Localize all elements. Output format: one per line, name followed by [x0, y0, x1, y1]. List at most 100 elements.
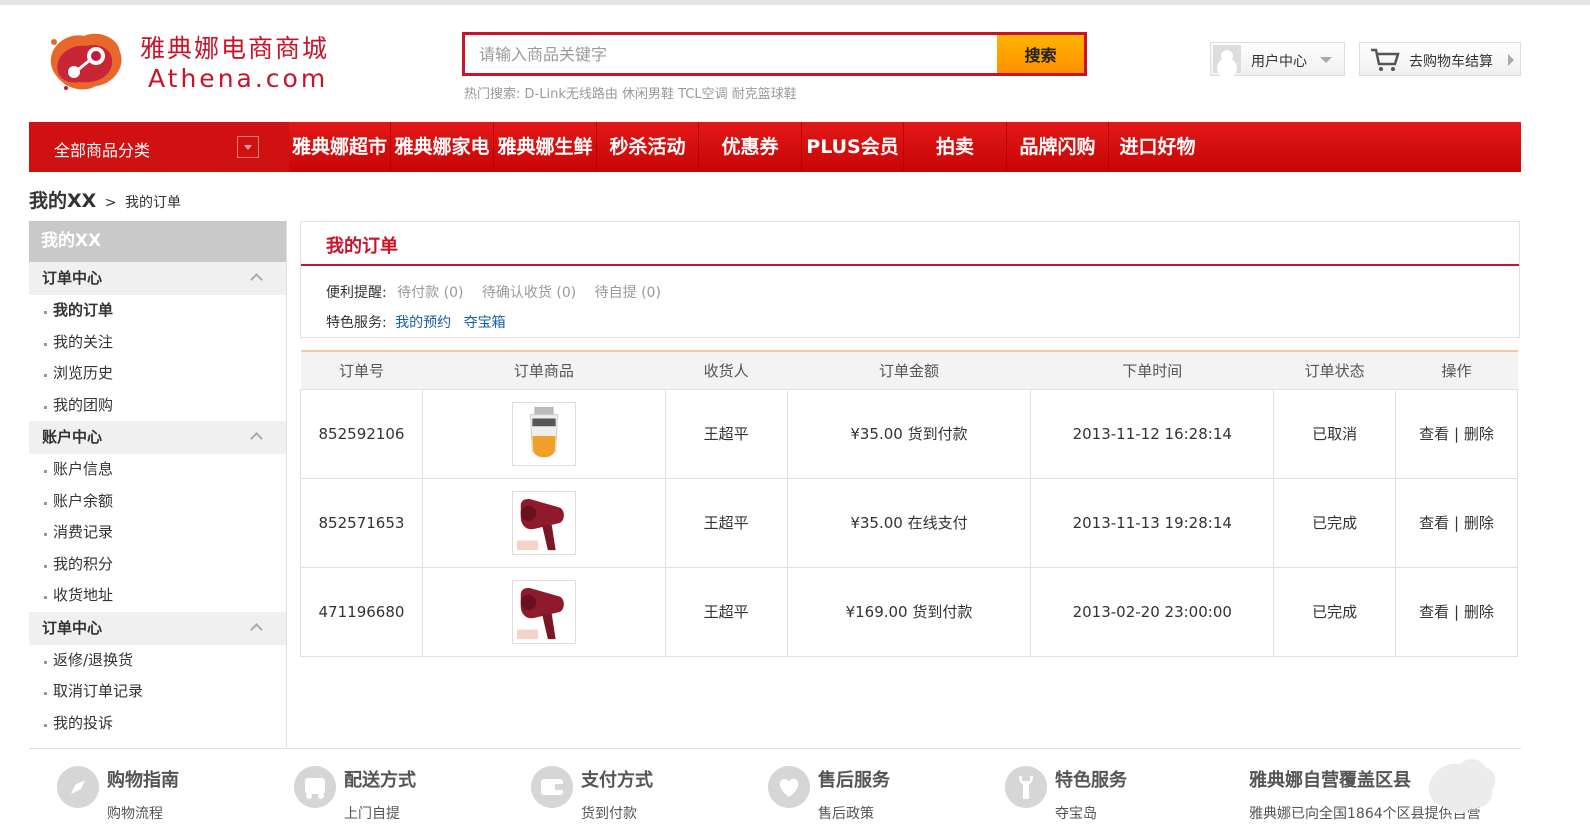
column-header: 订单商品 [422, 350, 666, 389]
footer-title: 购物指南 [107, 770, 179, 791]
reminder-pending-pickup[interactable]: 待自提 (0) [595, 285, 661, 301]
sidebar-section-orders[interactable]: 订单中心 [29, 262, 286, 295]
footer-title: 支付方式 [581, 770, 653, 791]
sidebar-item-cancelled[interactable]: 取消订单记录 [29, 676, 286, 708]
table-header-row: 订单号 订单商品 收货人 订单金额 下单时间 订单状态 操作 [300, 350, 1518, 389]
hot-search-terms[interactable]: D-Link无线路由 休闲男鞋 TCL空调 耐克篮球鞋 [525, 87, 797, 102]
order-id[interactable]: 852592106 [300, 388, 423, 479]
nav-item-flash-sale[interactable]: 秒杀活动 [597, 122, 699, 172]
user-center-button[interactable]: 用户中心 [1210, 42, 1345, 76]
delete-order-link[interactable]: 删除 [1464, 514, 1494, 532]
nav-item-imports[interactable]: 进口好物 [1109, 122, 1206, 172]
search-input[interactable] [465, 35, 997, 73]
sidebar-item-balance[interactable]: 账户余额 [29, 486, 286, 518]
view-order-link[interactable]: 查看 [1419, 603, 1449, 621]
footer-title: 雅典娜自营覆盖区县 [1249, 770, 1411, 791]
nav-item-appliances[interactable]: 雅典娜家电 [391, 122, 494, 172]
sidebar-section-label: 账户中心 [42, 428, 103, 446]
heart-icon [768, 766, 810, 808]
nav-item-coupons[interactable]: 优惠券 [699, 122, 802, 172]
delivery-truck-icon [294, 766, 336, 808]
service-treasure-link[interactable]: 夺宝箱 [464, 315, 506, 331]
product-thumbnail[interactable] [511, 401, 576, 466]
sidebar-section-account[interactable]: 账户中心 [29, 421, 286, 454]
column-header: 收货人 [665, 350, 788, 389]
breadcrumb: 我的XX > 我的订单 [29, 186, 181, 213]
footer-title: 配送方式 [344, 770, 416, 791]
action-separator: | [1453, 603, 1460, 621]
delete-order-link[interactable]: 删除 [1464, 603, 1494, 621]
breadcrumb-root[interactable]: 我的XX [29, 190, 96, 212]
chevron-up-icon [250, 273, 263, 286]
search-button[interactable]: 搜索 [997, 35, 1084, 73]
main-nav: 全部商品分类 雅典娜超市 雅典娜家电 雅典娜生鲜 秒杀活动 优惠券 PLUS会员… [29, 122, 1521, 172]
orders-table: 订单号 订单商品 收货人 订单金额 下单时间 订单状态 操作 852592106 [300, 350, 1518, 657]
footer-link[interactable]: 上门自提 [344, 803, 400, 823]
chevron-down-icon [1320, 57, 1332, 63]
table-row: 852571653 王超平 ¥35.00 在线支付 2013-11-13 19:… [300, 477, 1518, 568]
sidebar-item-group-buy[interactable]: 我的团购 [29, 390, 286, 422]
sidebar-item-returns[interactable]: 返修/退换货 [29, 645, 286, 677]
footer-link[interactable]: 夺宝岛 [1055, 803, 1097, 823]
nav-item-fresh[interactable]: 雅典娜生鲜 [494, 122, 597, 172]
site-logo[interactable]: 雅典娜电商商城 Athena.com [44, 26, 364, 98]
sidebar-item-following[interactable]: 我的关注 [29, 327, 286, 359]
sidebar-item-my-orders[interactable]: 我的订单 [29, 295, 286, 327]
reminder-pending-payment[interactable]: 待付款 (0) [397, 285, 463, 301]
footer-link[interactable]: 售后政策 [818, 803, 874, 823]
sidebar-item-complaints[interactable]: 我的投诉 [29, 708, 286, 740]
table-row: 471196680 王超平 ¥169.00 货到付款 2013-02-20 23… [300, 566, 1518, 657]
column-header: 下单时间 [1030, 350, 1274, 389]
chevron-up-icon [250, 622, 263, 636]
all-categories-menu[interactable]: 全部商品分类 [29, 122, 289, 172]
action-separator: | [1453, 425, 1460, 443]
hot-search: 热门搜索: D-Link无线路由 休闲男鞋 TCL空调 耐克篮球鞋 [464, 83, 797, 102]
chevron-down-icon [237, 136, 259, 158]
sidebar-title: 我的XX [29, 221, 286, 262]
nav-item-plus[interactable]: PLUS会员 [802, 122, 904, 172]
orders-panel: 我的订单 便利提醒: 待付款 (0) 待确认收货 (0) 待自提 (0) 特色服… [300, 221, 1520, 338]
footer-title: 售后服务 [818, 770, 890, 791]
sidebar-section-orders-2[interactable]: 订单中心 [29, 611, 286, 645]
chevron-up-icon [250, 432, 263, 445]
user-center-label: 用户中心 [1251, 54, 1307, 70]
sidebar-section-label: 订单中心 [42, 269, 103, 287]
order-amount: ¥35.00 在线支付 [786, 477, 1032, 568]
hair-dryer-icon [516, 587, 564, 639]
product-thumbnail[interactable] [511, 579, 576, 644]
nav-item-brand-flash[interactable]: 品牌闪购 [1007, 122, 1109, 172]
order-time: 2013-11-13 19:28:14 [1030, 477, 1275, 568]
delete-order-link[interactable]: 删除 [1464, 425, 1494, 443]
sidebar-item-address[interactable]: 收货地址 [29, 580, 286, 612]
footer-divider [29, 748, 1521, 749]
view-order-link[interactable]: 查看 [1419, 514, 1449, 532]
order-id[interactable]: 852571653 [300, 477, 423, 568]
order-time: 2013-11-12 16:28:14 [1030, 388, 1275, 479]
shopping-cart-icon [1371, 48, 1400, 71]
cart-checkout-button[interactable]: 去购物车结算 [1359, 42, 1521, 76]
footer-link[interactable]: 货到付款 [581, 803, 637, 823]
sidebar-item-points[interactable]: 我的积分 [29, 549, 286, 581]
table-row: 852592106 王超平 ¥35.00 货到付款 2013-11-12 16:… [300, 388, 1518, 479]
service-reservations-link[interactable]: 我的预约 [395, 315, 451, 331]
order-receiver: 王超平 [664, 566, 788, 657]
reminder-pending-receipt[interactable]: 待确认收货 (0) [482, 285, 576, 301]
steam-logo-icon [50, 33, 122, 90]
brand-name-en: Athena.com [148, 64, 329, 93]
order-id[interactable]: 471196680 [300, 566, 423, 657]
view-order-link[interactable]: 查看 [1419, 425, 1449, 443]
sidebar-item-history[interactable]: 浏览历史 [29, 358, 286, 390]
product-thumbnail[interactable] [511, 490, 576, 555]
sidebar-item-account-info[interactable]: 账户信息 [29, 454, 286, 486]
sidebar-item-spending[interactable]: 消费记录 [29, 517, 286, 549]
services-label: 特色服务: [326, 315, 387, 331]
footer-link[interactable]: 购物流程 [107, 803, 163, 823]
divider [301, 264, 1519, 266]
action-separator: | [1453, 514, 1460, 532]
cart-label: 去购物车结算 [1409, 54, 1493, 70]
chevron-right-icon [1508, 54, 1514, 66]
order-actions: 查看 | 删除 [1395, 566, 1518, 657]
nav-item-supermarket[interactable]: 雅典娜超市 [289, 122, 391, 172]
order-actions: 查看 | 删除 [1395, 388, 1518, 479]
nav-item-auction[interactable]: 拍卖 [904, 122, 1007, 172]
